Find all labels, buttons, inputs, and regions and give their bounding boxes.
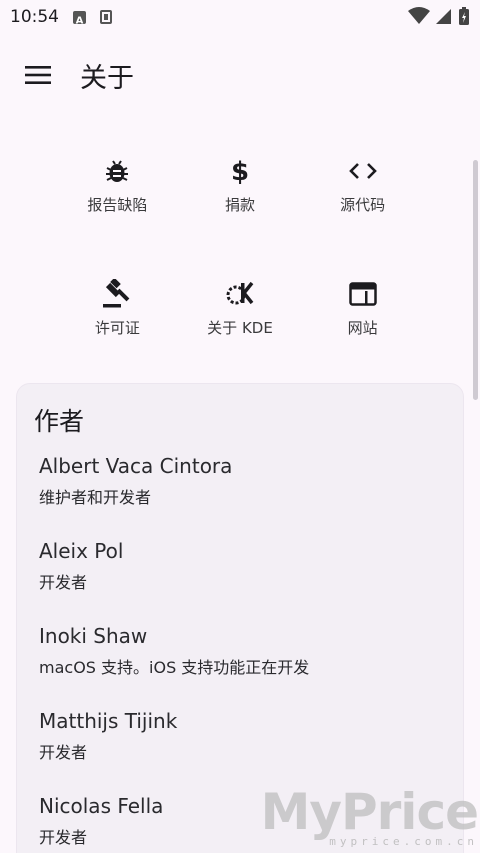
author-role: 维护者和开发者 — [39, 488, 152, 507]
action-label: 网站 — [347, 319, 378, 337]
action-label: 报告缺陷 — [87, 196, 148, 214]
author-item[interactable]: Aleix Pol 开发者 — [39, 539, 123, 593]
watermark: MyPrice myprice.com.cn — [261, 783, 480, 853]
author-role: 开发者 — [39, 743, 88, 762]
gavel-icon — [103, 279, 130, 308]
hamburger-menu-icon — [25, 66, 51, 84]
svg-text:A: A — [76, 15, 84, 26]
action-label: 许可证 — [94, 319, 140, 337]
dollar-icon: $ — [231, 157, 249, 185]
author-item[interactable]: Matthijs Tijink 开发者 — [39, 709, 177, 763]
watermark-logo: MyPrice — [260, 783, 479, 841]
page-title: 关于 — [80, 62, 134, 94]
author-item[interactable]: Albert Vaca Cintora 维护者和开发者 — [39, 454, 232, 508]
actions-row-2: 许可证 关于 KDE 网站 — [56, 277, 424, 347]
author-name: Albert Vaca Cintora — [39, 454, 233, 478]
author-role: 开发者 — [39, 828, 88, 847]
status-icons — [408, 6, 470, 26]
author-role: macOS 支持。iOS 支持功能正在开发 — [39, 658, 310, 677]
author-name: Nicolas Fella — [39, 794, 164, 818]
action-label: 源代码 — [340, 196, 386, 214]
notification-app-icon — [100, 10, 112, 24]
svg-text:$: $ — [231, 157, 249, 185]
status-time: 10:54 — [10, 7, 59, 27]
about-kde-button[interactable]: 关于 KDE — [179, 277, 302, 347]
source-code-button[interactable]: 源代码 — [301, 154, 424, 224]
code-icon — [348, 163, 377, 179]
license-button[interactable]: 许可证 — [56, 277, 179, 347]
author-item[interactable]: Inoki Shaw macOS 支持。iOS 支持功能正在开发 — [39, 624, 309, 678]
signal-icon — [436, 9, 451, 24]
author-role: 开发者 — [39, 573, 88, 592]
actions-row-1: 报告缺陷 $ 捐款 源代码 — [56, 154, 424, 224]
scrollbar[interactable] — [473, 160, 478, 400]
bug-icon — [106, 160, 129, 182]
author-item[interactable]: Nicolas Fella 开发者 — [39, 794, 163, 848]
notification-a-icon: A — [73, 10, 86, 26]
status-bar: 10:54 A — [0, 0, 480, 34]
action-label: 捐款 — [224, 196, 255, 214]
author-name: Aleix Pol — [39, 539, 124, 563]
action-label: 关于 KDE — [207, 319, 273, 337]
watermark-url: myprice.com.cn — [329, 835, 478, 848]
report-bug-button[interactable]: 报告缺陷 — [56, 154, 179, 224]
wifi-icon — [408, 7, 430, 24]
battery-icon — [459, 7, 469, 25]
app-bar: 关于 — [0, 40, 480, 110]
menu-button[interactable] — [12, 49, 64, 101]
kde-icon — [226, 281, 254, 305]
author-name: Inoki Shaw — [39, 624, 148, 648]
donate-button[interactable]: $ 捐款 — [179, 154, 302, 224]
authors-title: 作者 — [34, 407, 85, 436]
website-icon — [348, 282, 377, 306]
website-button[interactable]: 网站 — [301, 277, 424, 347]
author-name: Matthijs Tijink — [39, 709, 178, 733]
